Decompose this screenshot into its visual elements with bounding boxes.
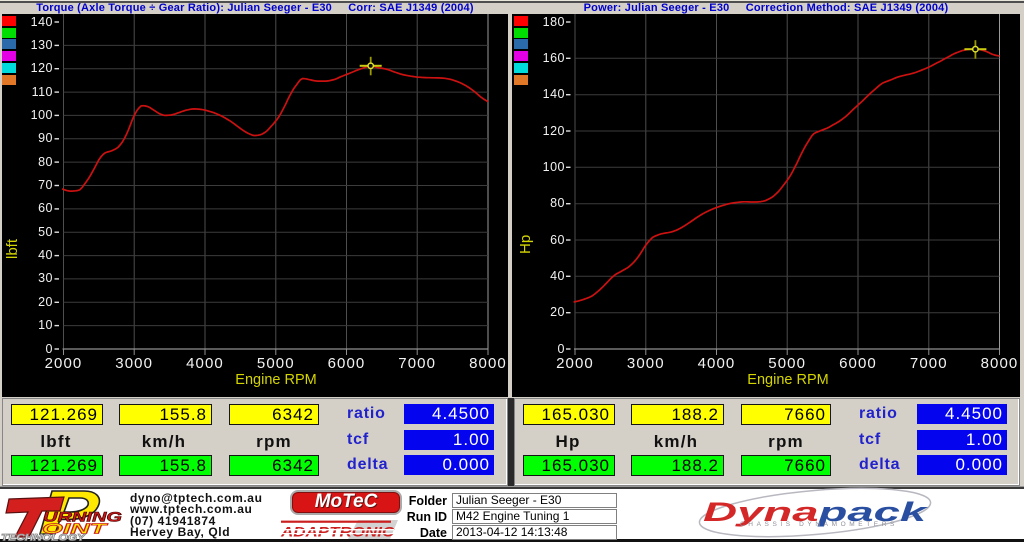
svg-text:CHASSIS DYNAMOMETERS: CHASSIS DYNAMOMETERS bbox=[740, 521, 898, 528]
svg-text:TECHNOLOGY: TECHNOLOGY bbox=[1, 533, 87, 542]
svg-text:ADAPTRONIC: ADAPTRONIC bbox=[280, 525, 395, 540]
